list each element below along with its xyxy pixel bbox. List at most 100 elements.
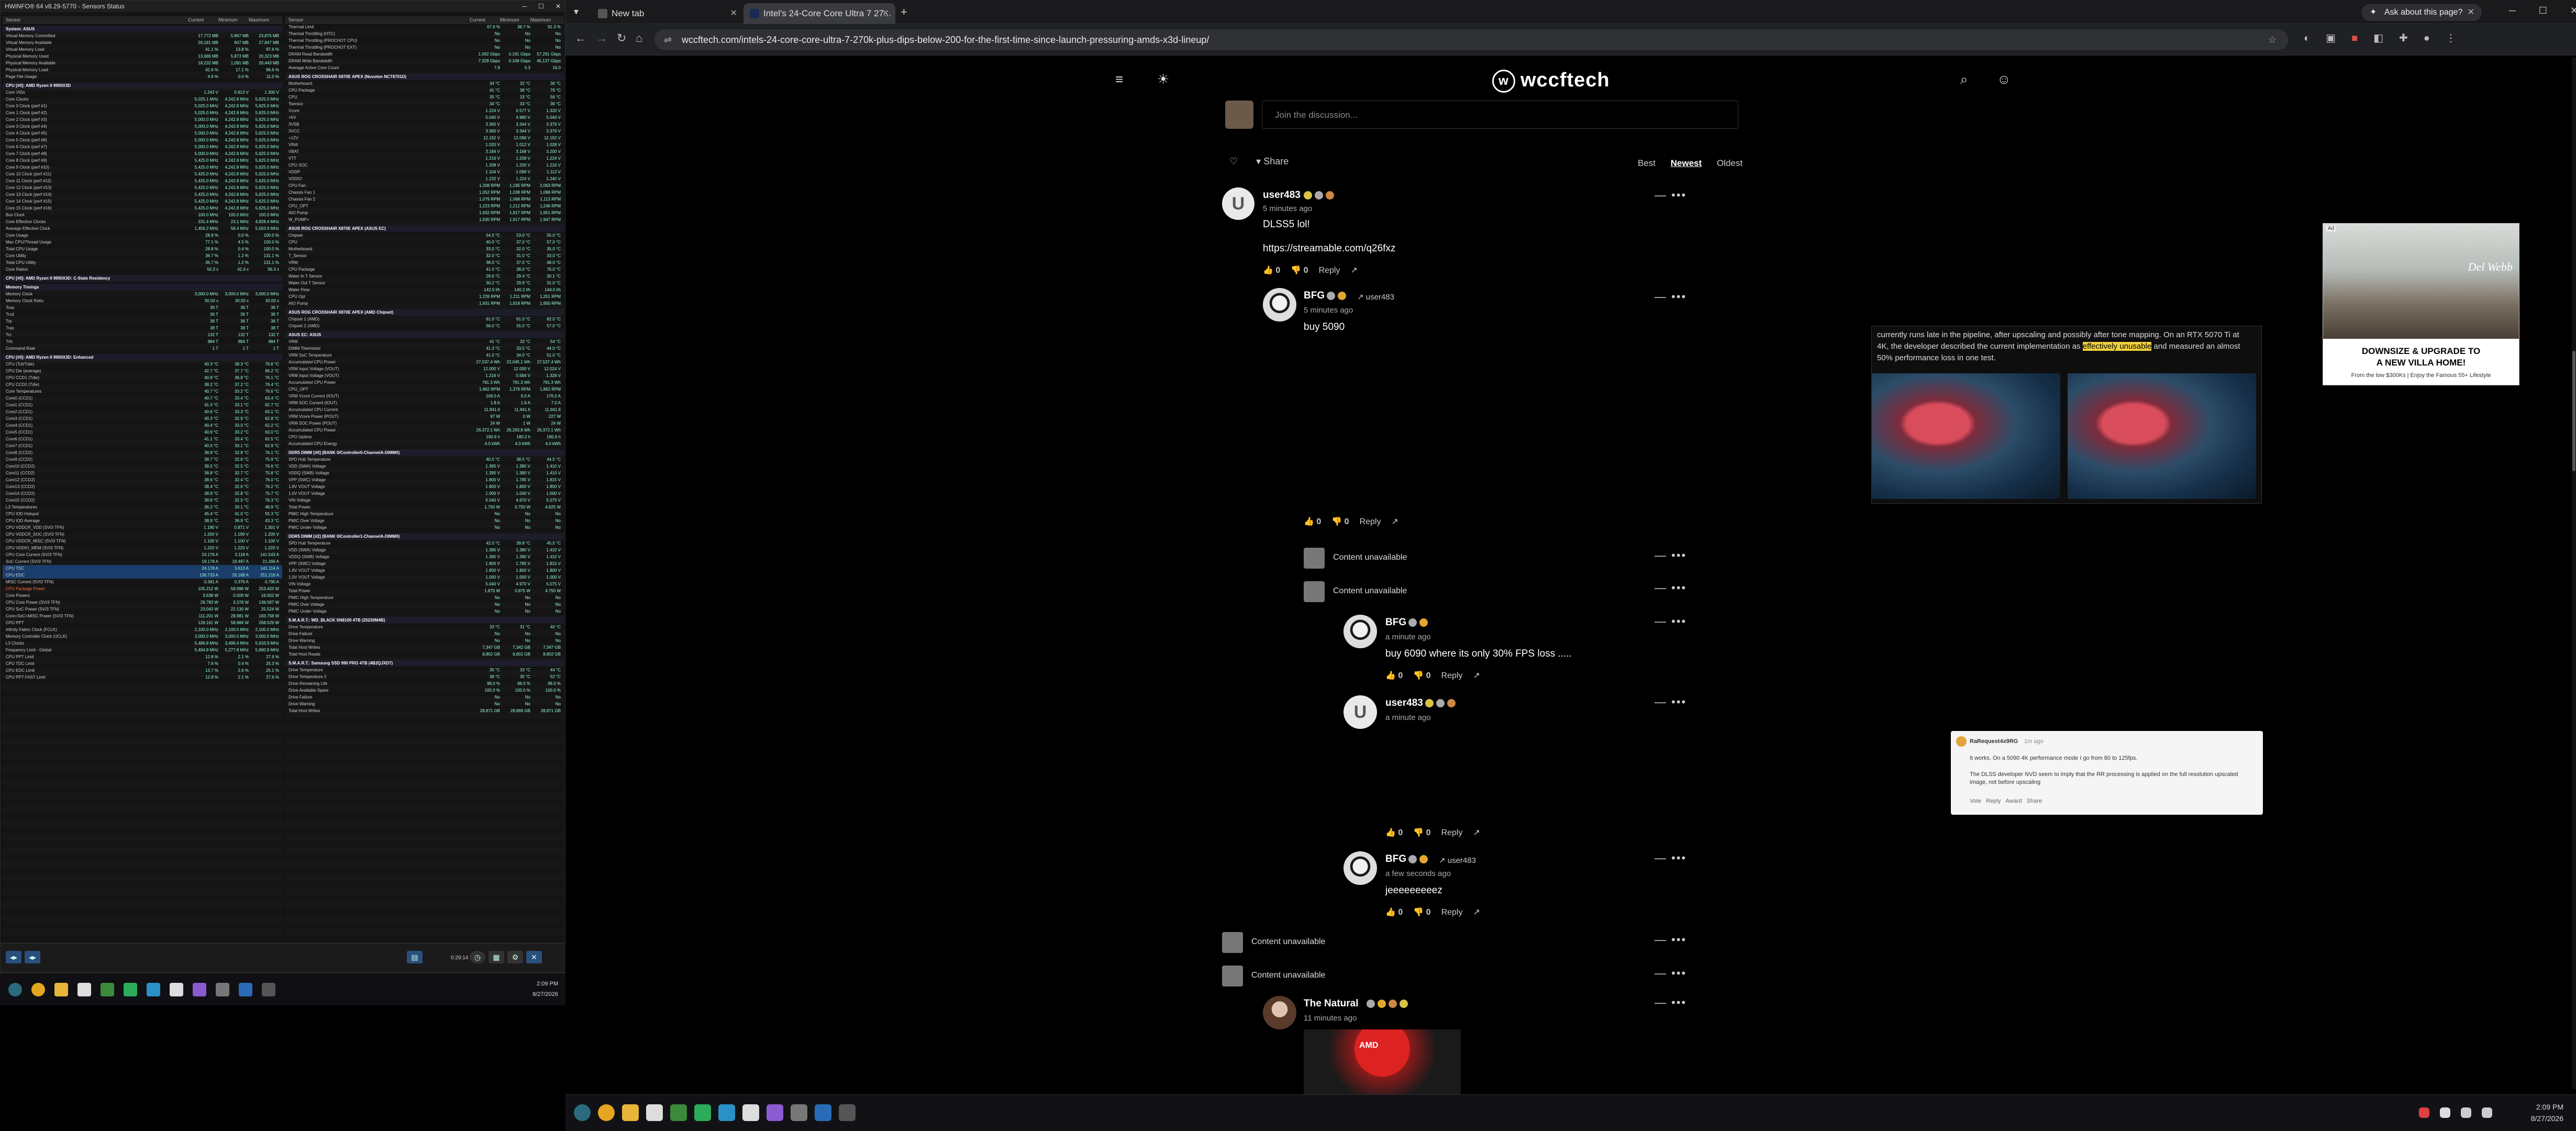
sensor-row[interactable]: CPU VDDIO_MEM (SVI3 TFN) 1.220 V 1.220 V 1.… — [3, 545, 282, 551]
monitor-app-icon[interactable] — [101, 983, 114, 996]
comment-link[interactable]: https://streamable.com/q26fxz — [1263, 243, 1395, 254]
chrome-icon[interactable] — [31, 983, 45, 996]
comment-menu[interactable]: — ••• — [1655, 581, 1686, 595]
app-icon[interactable] — [815, 1104, 831, 1121]
comment-image[interactable]: currently runs late in the pipeline, aft… — [1871, 326, 2262, 504]
network-icon[interactable] — [2461, 1107, 2471, 1118]
sensor-row[interactable]: Core 10 Clock (perf #11) 5,425.0 MHz 4,242… — [3, 171, 282, 178]
sensor-row[interactable]: Core 3 Clock (perf #4) 5,000.0 MHz 4,242.8… — [3, 123, 282, 130]
sensor-row[interactable]: Core7 (CCD1) 40.5 °C 33.1 °C 62.9 °C — [3, 442, 282, 449]
share-button[interactable]: ▾ Share — [1256, 156, 1289, 167]
sensor-row[interactable]: Total Power 1.875 W 0.875 W 4.750 W — [285, 587, 564, 594]
sensor-group[interactable]: S.M.A.R.T.: WD_BLACK SN8100 4TB (25230M4… — [285, 617, 564, 624]
app-icon[interactable] — [262, 983, 275, 996]
sensor-row[interactable]: MISC Current (SVI3 TFN) 0.381 A 0.376 A 0.7… — [3, 579, 282, 585]
close-button[interactable]: ✕ — [2570, 5, 2576, 16]
sensor-row[interactable]: CPU EDC 136.733 A 26.168 A 251.216 A — [3, 572, 282, 579]
comment-menu[interactable]: — ••• — [1655, 967, 1686, 980]
sensor-row[interactable]: DIMM Thermistor 41.3 °C 33.5 °C 44.0 °C — [285, 345, 564, 352]
sensor-row[interactable]: Core 1 Clock (perf #2) 5,025.0 MHz 4,242.8… — [3, 109, 282, 116]
sensor-row[interactable]: PMIC Under Voltage No No No — [285, 608, 564, 615]
sensor-row[interactable]: Water Out T Sensor 30.2 °C 29.9 °C 31.0 °C — [285, 280, 564, 286]
report-button[interactable]: ▤ — [407, 951, 423, 963]
sensor-row[interactable]: 3VSB 3.360 V 3.344 V 3.376 V — [285, 121, 564, 128]
sensor-group[interactable]: ASUS ROG CROSSHAIR X870E APEX (Nuvoton N… — [285, 73, 564, 80]
doc-icon[interactable] — [646, 1104, 663, 1121]
sensor-row[interactable]: SPD Hub Temperature 40.5 °C 38.5 °C 44.5 °C — [285, 456, 564, 463]
upvote-button[interactable]: 👍 0 — [1304, 517, 1321, 526]
sensor-row[interactable]: Accumulated CPU Power 26,372.1 Wh 26,293.8… — [285, 427, 564, 434]
comment-author[interactable]: BFG — [1304, 290, 1325, 302]
heart-icon[interactable]: ♡ — [1229, 156, 1238, 167]
search-icon[interactable]: ⌕ — [1960, 71, 1968, 88]
sensor-row[interactable]: Core3 (CCD1) 40.3 °C 32.9 °C 62.8 °C — [3, 415, 282, 422]
sensor-row[interactable]: Drive Available Spare 100.0 % 100.0 % 100.0… — [285, 687, 564, 694]
sensor-row[interactable]: CPU PPT 128.161 W 58.984 W 268.529 W — [3, 619, 282, 626]
sensor-row[interactable]: Chipset 1 (AMD) 61.0 °C 61.0 °C 62.0 °C — [285, 316, 564, 323]
sensor-row[interactable]: Trc 132 T 132 T 132 T — [3, 331, 282, 338]
sensor-row[interactable]: VIN Voltage 5.040 V 4.970 V 5.075 V — [285, 497, 564, 504]
menu-dots-icon[interactable]: ⋮ — [2446, 31, 2456, 45]
sensor-row[interactable]: DRAM Read Bandwidth 1.092 Gbps 0.191 Gbps 5… — [285, 51, 564, 58]
sensor-row[interactable]: VDDQ (SWB) Voltage 1.395 V 1.380 V 1.410 V — [285, 553, 564, 560]
sensor-row[interactable]: Physical Memory Used 13,686 MB 5,873 MB 20,… — [3, 53, 282, 60]
comment-author[interactable]: user483 — [1385, 697, 1423, 709]
sensor-row[interactable]: Total CPU Utility 36.7 % 1.2 % 131.1 % — [3, 259, 282, 266]
sensor-row[interactable]: Water Flow 142.5 l/h 140.2 l/h 144.0 l/h — [285, 286, 564, 293]
upvote-button[interactable]: 👍 0 — [1385, 828, 1403, 837]
sensor-row[interactable]: CPU CCD1 (Tdie) 40.8 °C 36.8 °C 76.1 °C — [3, 374, 282, 381]
sensor-row[interactable]: Frequency Limit - Global 5,494.8 MHz 5,277… — [3, 647, 282, 653]
reply-button[interactable]: Reply — [1360, 517, 1381, 526]
comment-menu[interactable]: — ••• — [1655, 290, 1686, 304]
sensor-group[interactable]: CPU [#0]: AMD Ryzen 9 9950X3D — [3, 82, 282, 89]
nav-right-button[interactable]: ◂▸ — [25, 951, 40, 963]
sensor-row[interactable]: Core+SoC+MISC Power (SVI3 TFN) 111.201 W 2… — [3, 613, 282, 619]
sensor-row[interactable]: CPU SoC Power (SVI3 TFN) 23.043 W 22.130 W… — [3, 606, 282, 613]
sensor-row[interactable]: VTT 1.216 V 1.208 V 1.224 V — [285, 155, 564, 162]
sensor-row[interactable]: Total Host Reads 8,802 GB 8,802 GB 8,802 GB — [285, 651, 564, 658]
reply-button[interactable]: Reply — [1441, 828, 1463, 837]
profile-icon[interactable]: ● — [2424, 32, 2430, 45]
sensor-row[interactable]: CPU Die (average) 42.7 °C 37.7 °C 66.2 °C — [3, 368, 282, 374]
share-icon[interactable]: ↗ — [1350, 266, 1357, 275]
sensor-row[interactable]: Thermal Throttling (PROCHOT CPU) No No No — [285, 37, 564, 44]
downvote-button[interactable]: 👎 0 — [1413, 671, 1430, 680]
comment-time[interactable]: 11 minutes ago — [1304, 1014, 1357, 1023]
tab-oldest[interactable]: Oldest — [1717, 158, 1742, 168]
share-icon[interactable]: ↗ — [1473, 828, 1480, 837]
extension-icon[interactable]: ■ — [2351, 32, 2358, 45]
tab-search-icon[interactable]: ▾ — [574, 6, 579, 17]
sensor-row[interactable]: Core VIDs 1.243 V 0.813 V 1.300 V — [3, 89, 282, 96]
embedded-reddit-comment[interactable]: RaRequest4x9RG 1m ago It works. On a 509… — [1951, 731, 2263, 815]
app-icon[interactable] — [193, 983, 206, 996]
sensor-row[interactable]: CPU_OPT 1,662 RPM 1,379 RPM 1,862 RPM — [285, 386, 564, 393]
share-icon[interactable]: ↗ — [1391, 517, 1398, 526]
sensor-row[interactable]: Accumulated CPU Current 11,941.6 11,941.6 1… — [285, 406, 564, 413]
sensor-row[interactable]: PMIC High Temperature No No No — [285, 594, 564, 601]
sensor-row[interactable]: Core Usage 28.8 % 0.0 % 100.0 % — [3, 232, 282, 239]
minimize-button[interactable]: ─ — [523, 3, 527, 10]
sensor-panel-right[interactable]: Sensor Current Minimum Maximum Thermal Limi… — [285, 16, 564, 943]
tab-new-tab[interactable]: New tab ✕ — [592, 3, 743, 24]
sensor-row[interactable]: Accumulated CPU Power 781.3 Wh 781.3 Wh 781… — [285, 379, 564, 386]
sensor-row[interactable]: Core 4 Clock (perf #5) 5,000.0 MHz 4,242.8… — [3, 130, 282, 137]
app-icon[interactable] — [239, 983, 252, 996]
sensor-row[interactable]: Average Active Core Count 7.8 0.3 16.0 — [285, 64, 564, 71]
sensor-row[interactable]: CPU TDC 24.178 A 3.613 A 141.114 A — [3, 565, 282, 572]
sensor-row[interactable]: +5V 5.040 V 4.980 V 5.040 V — [285, 114, 564, 121]
sensor-row[interactable]: CPU Uptime 180.6 h 180.2 h 180.6 h — [285, 434, 564, 440]
forward-icon[interactable]: → — [596, 31, 607, 45]
sensor-row[interactable]: CPU PPT Limit 12.8 % 2.1 % 27.6 % — [3, 653, 282, 660]
log-button[interactable]: ▦ — [488, 951, 504, 963]
sensor-row[interactable]: Drive Remaining Life 98.0 % 98.0 % 98.0 % — [285, 680, 564, 687]
avatar[interactable] — [1343, 851, 1377, 885]
sensor-row[interactable]: Core 11 Clock (perf #12) 5,425.0 MHz 4,242… — [3, 178, 282, 184]
sensor-row[interactable]: Drive Temperature 2 38 °C 35 °C 52 °C — [285, 673, 564, 680]
sensor-row[interactable]: Core 14 Clock (perf #15) 5,425.0 MHz 4,242… — [3, 198, 282, 205]
reply-button[interactable]: Reply — [1441, 671, 1463, 680]
app-icon[interactable] — [791, 1104, 807, 1121]
avatar[interactable]: U — [1343, 695, 1377, 729]
hamburger-menu-icon[interactable]: ≡ — [1115, 71, 1123, 87]
sensor-row[interactable]: Virtual Memory Available 26,181 MB 607 MB 2… — [3, 39, 282, 46]
sensor-row[interactable]: Virtual Memory Committed 17,772 MB 5,867 M… — [3, 32, 282, 39]
